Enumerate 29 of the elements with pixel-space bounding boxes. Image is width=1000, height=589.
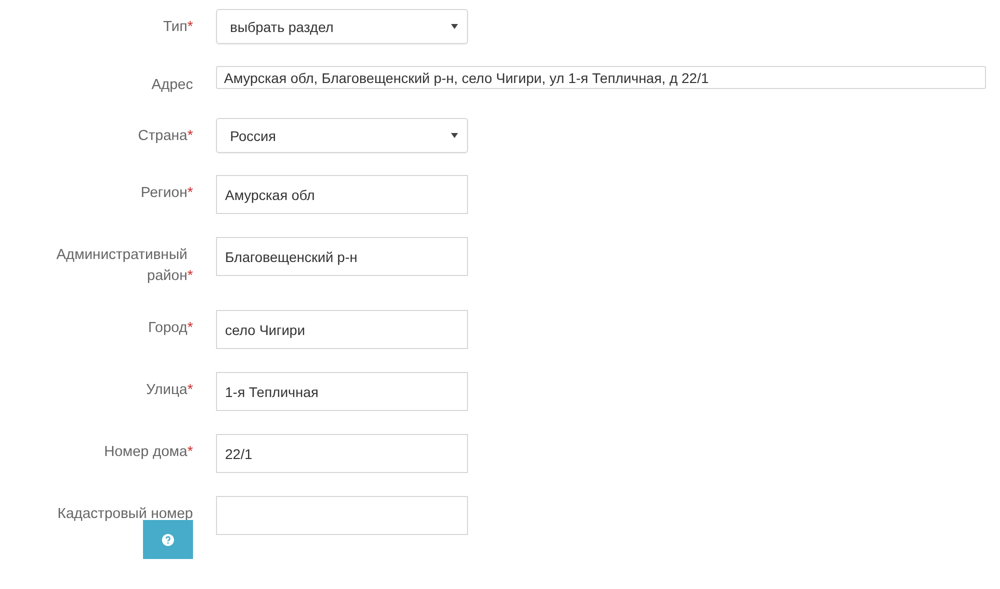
input-field[interactable]: 22/1	[216, 434, 468, 473]
field-label: Адрес	[151, 76, 193, 95]
address-field[interactable]: Амурская обл, Благовещенский р-н, село Чигири, ул 1-я Тепличная, д 22/1	[216, 66, 986, 89]
field-label: Номер дома	[104, 443, 188, 462]
select-field[interactable]: выбрать раздел	[216, 9, 468, 44]
required-asterisk: *	[187, 184, 193, 203]
input-field[interactable]: Амурская обл	[216, 175, 468, 214]
required-asterisk: *	[187, 127, 193, 146]
field-label: Улица	[146, 381, 188, 400]
help-button[interactable]	[143, 520, 193, 559]
field-label: Тип	[163, 18, 188, 37]
required-asterisk: *	[187, 381, 193, 400]
input-field[interactable]	[216, 496, 468, 535]
field-label: Страна	[138, 127, 188, 146]
field-label: Административный район	[55, 246, 188, 286]
required-asterisk: *	[187, 319, 193, 338]
select-field[interactable]: Россия	[216, 118, 468, 153]
input-field[interactable]: 1-я Тепличная	[216, 372, 468, 411]
field-label: Кадастровый номер	[58, 505, 193, 524]
field-label: Город	[148, 319, 188, 338]
input-field[interactable]: село Чигири	[216, 310, 468, 349]
field-label: Регион	[140, 184, 188, 203]
required-asterisk: *	[187, 18, 193, 37]
question-icon	[162, 534, 174, 546]
input-field[interactable]: Благовещенский р-н	[216, 237, 468, 276]
required-asterisk: *	[187, 443, 193, 462]
caret-icon	[451, 133, 458, 138]
required-asterisk: *	[187, 267, 193, 286]
caret-icon	[451, 24, 458, 29]
